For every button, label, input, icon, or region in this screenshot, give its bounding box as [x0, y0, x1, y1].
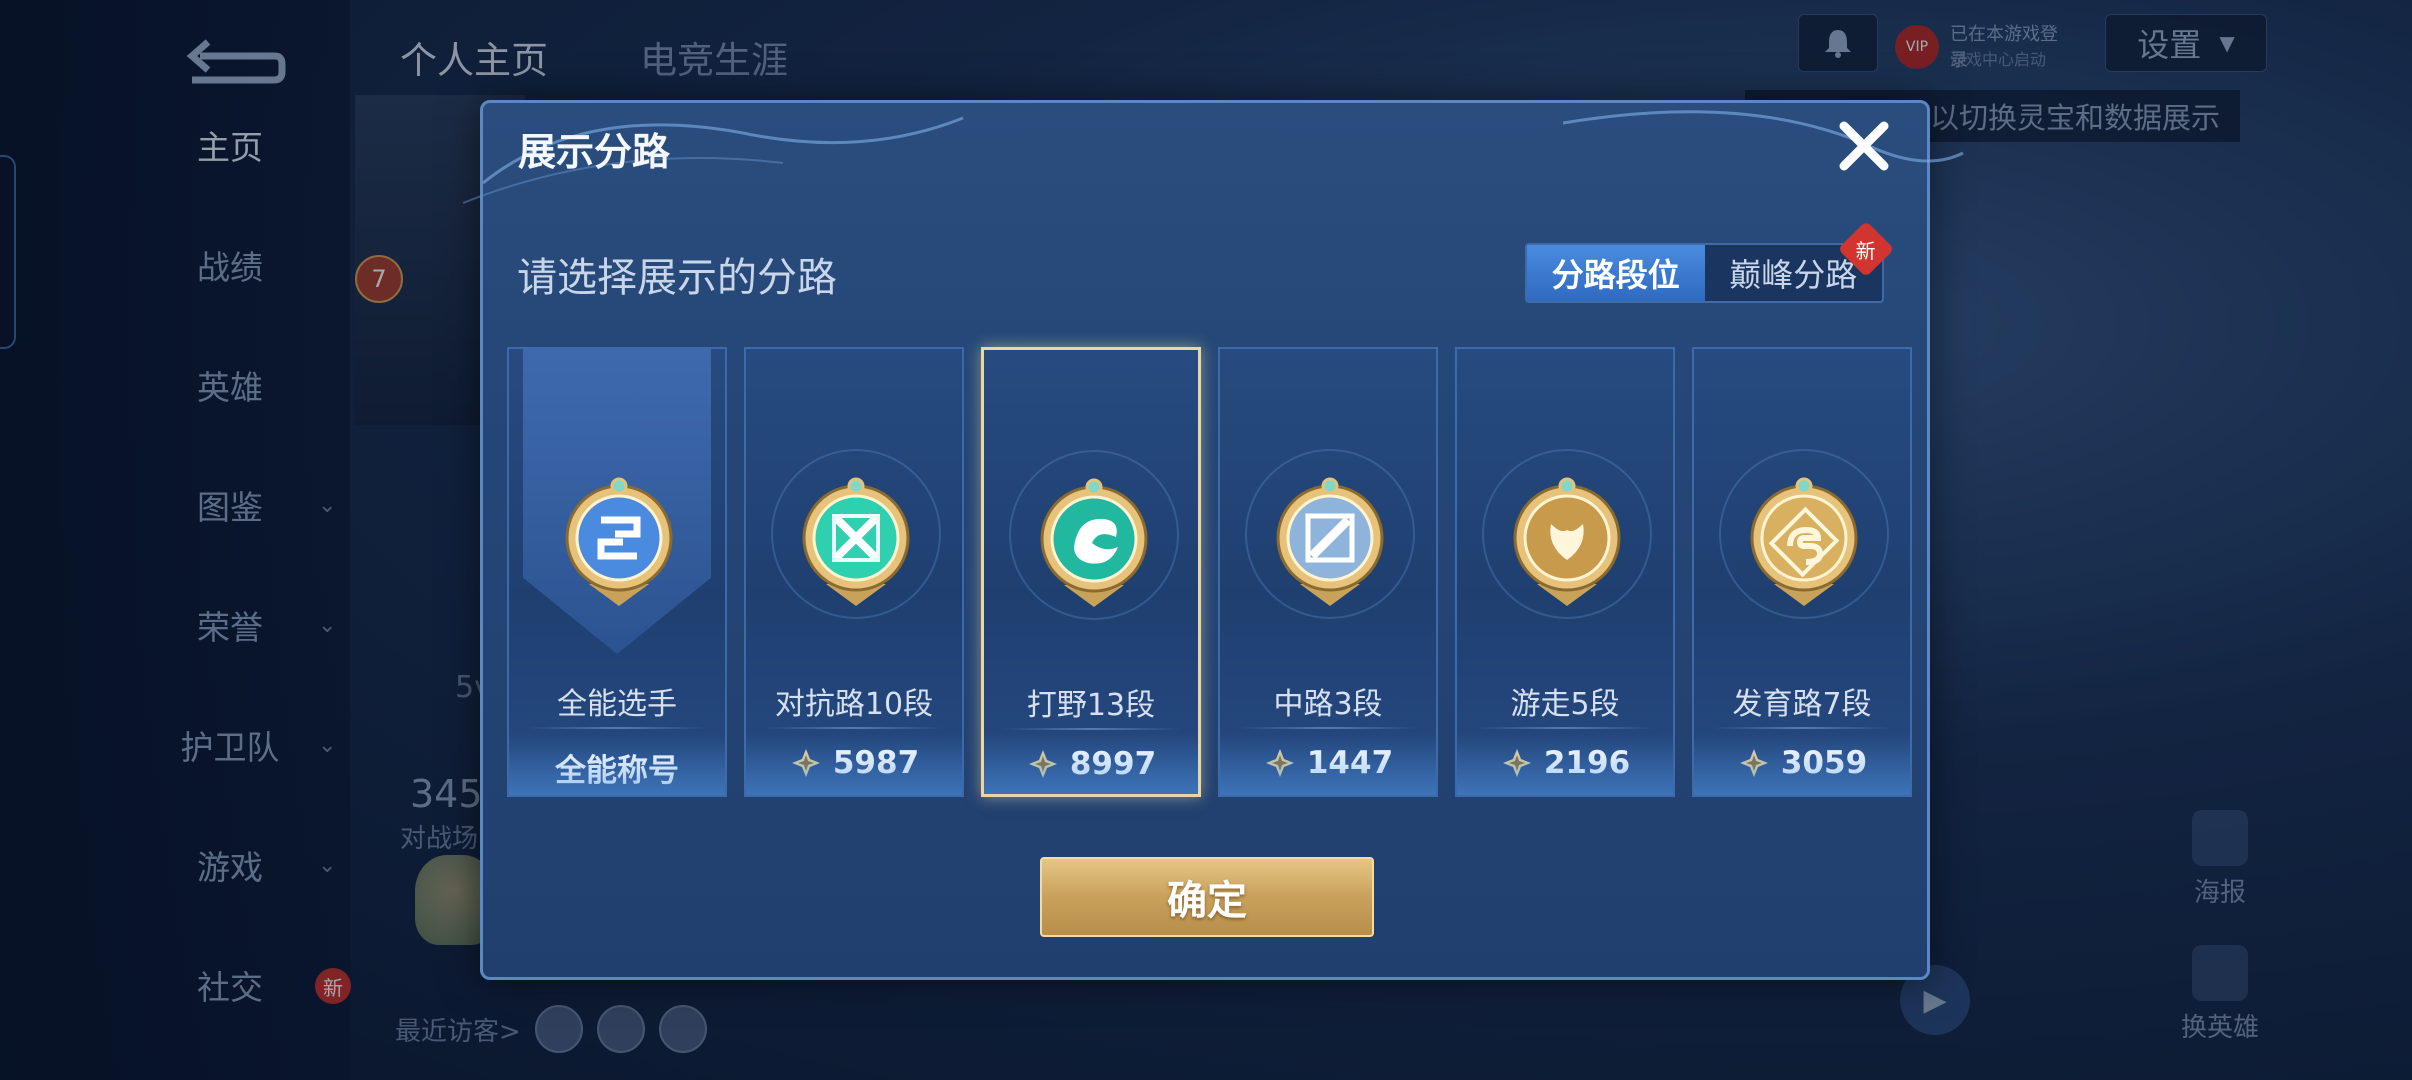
- dialog-subtitle: 请选择展示的分路: [517, 255, 837, 301]
- lane-name: 游走5段: [1510, 687, 1620, 722]
- lane-display-dialog: 展示分路 请选择展示的分路 分路段位 巅峰分路 新 全能选手全能称号对抗路10段…: [462, 100, 1964, 980]
- divider: [1714, 727, 1890, 729]
- close-button[interactable]: [1829, 111, 1899, 181]
- lane-name: 全能选手: [557, 687, 677, 722]
- lane-card[interactable]: 游走5段2196: [1455, 347, 1675, 797]
- lane-card[interactable]: 中路3段1447: [1218, 347, 1438, 797]
- close-icon: [1839, 121, 1889, 171]
- mid-lane-emblem-icon: [1276, 477, 1384, 606]
- card-bottom-glow: [1694, 735, 1910, 795]
- card-bottom-glow: [509, 735, 725, 795]
- lane-card[interactable]: 打野13段8997: [981, 347, 1201, 797]
- lane-card[interactable]: 发育路7段3059: [1692, 347, 1912, 797]
- card-bottom-glow: [746, 735, 962, 795]
- divider: [1477, 727, 1653, 729]
- divider: [1004, 728, 1180, 730]
- tab-lane-rank[interactable]: 分路段位: [1527, 245, 1705, 301]
- card-bottom-glow: [984, 734, 1198, 794]
- display-mode-toggle: 分路段位 巅峰分路: [1525, 243, 1884, 303]
- roam-emblem-icon: [1513, 477, 1621, 606]
- card-bottom-glow: [1457, 735, 1673, 795]
- clash-lane-emblem-icon: [802, 477, 910, 606]
- lane-name: 对抗路10段: [774, 687, 934, 722]
- lane-card-list: 全能选手全能称号对抗路10段5987打野13段8997中路3段1447游走5段2…: [507, 347, 1912, 797]
- dialog-title: 展示分路: [518, 130, 671, 174]
- card-bottom-glow: [1220, 735, 1436, 795]
- farm-lane-emblem-icon: [1750, 477, 1858, 606]
- jungle-dragon-emblem-icon: [1040, 478, 1148, 607]
- divider: [766, 727, 942, 729]
- lane-card[interactable]: 对抗路10段5987: [744, 347, 964, 797]
- lane-name: 打野13段: [1026, 688, 1156, 723]
- header-swirl-decoration: [462, 110, 1964, 204]
- confirm-button[interactable]: 确定: [1040, 857, 1374, 937]
- lane-card[interactable]: 全能选手全能称号: [507, 347, 727, 797]
- lane-name: 中路3段: [1273, 687, 1383, 722]
- lane-name: 发育路7段: [1732, 687, 1872, 722]
- all-rounder-emblem-icon: [565, 477, 673, 606]
- divider: [1240, 727, 1416, 729]
- divider: [529, 727, 705, 729]
